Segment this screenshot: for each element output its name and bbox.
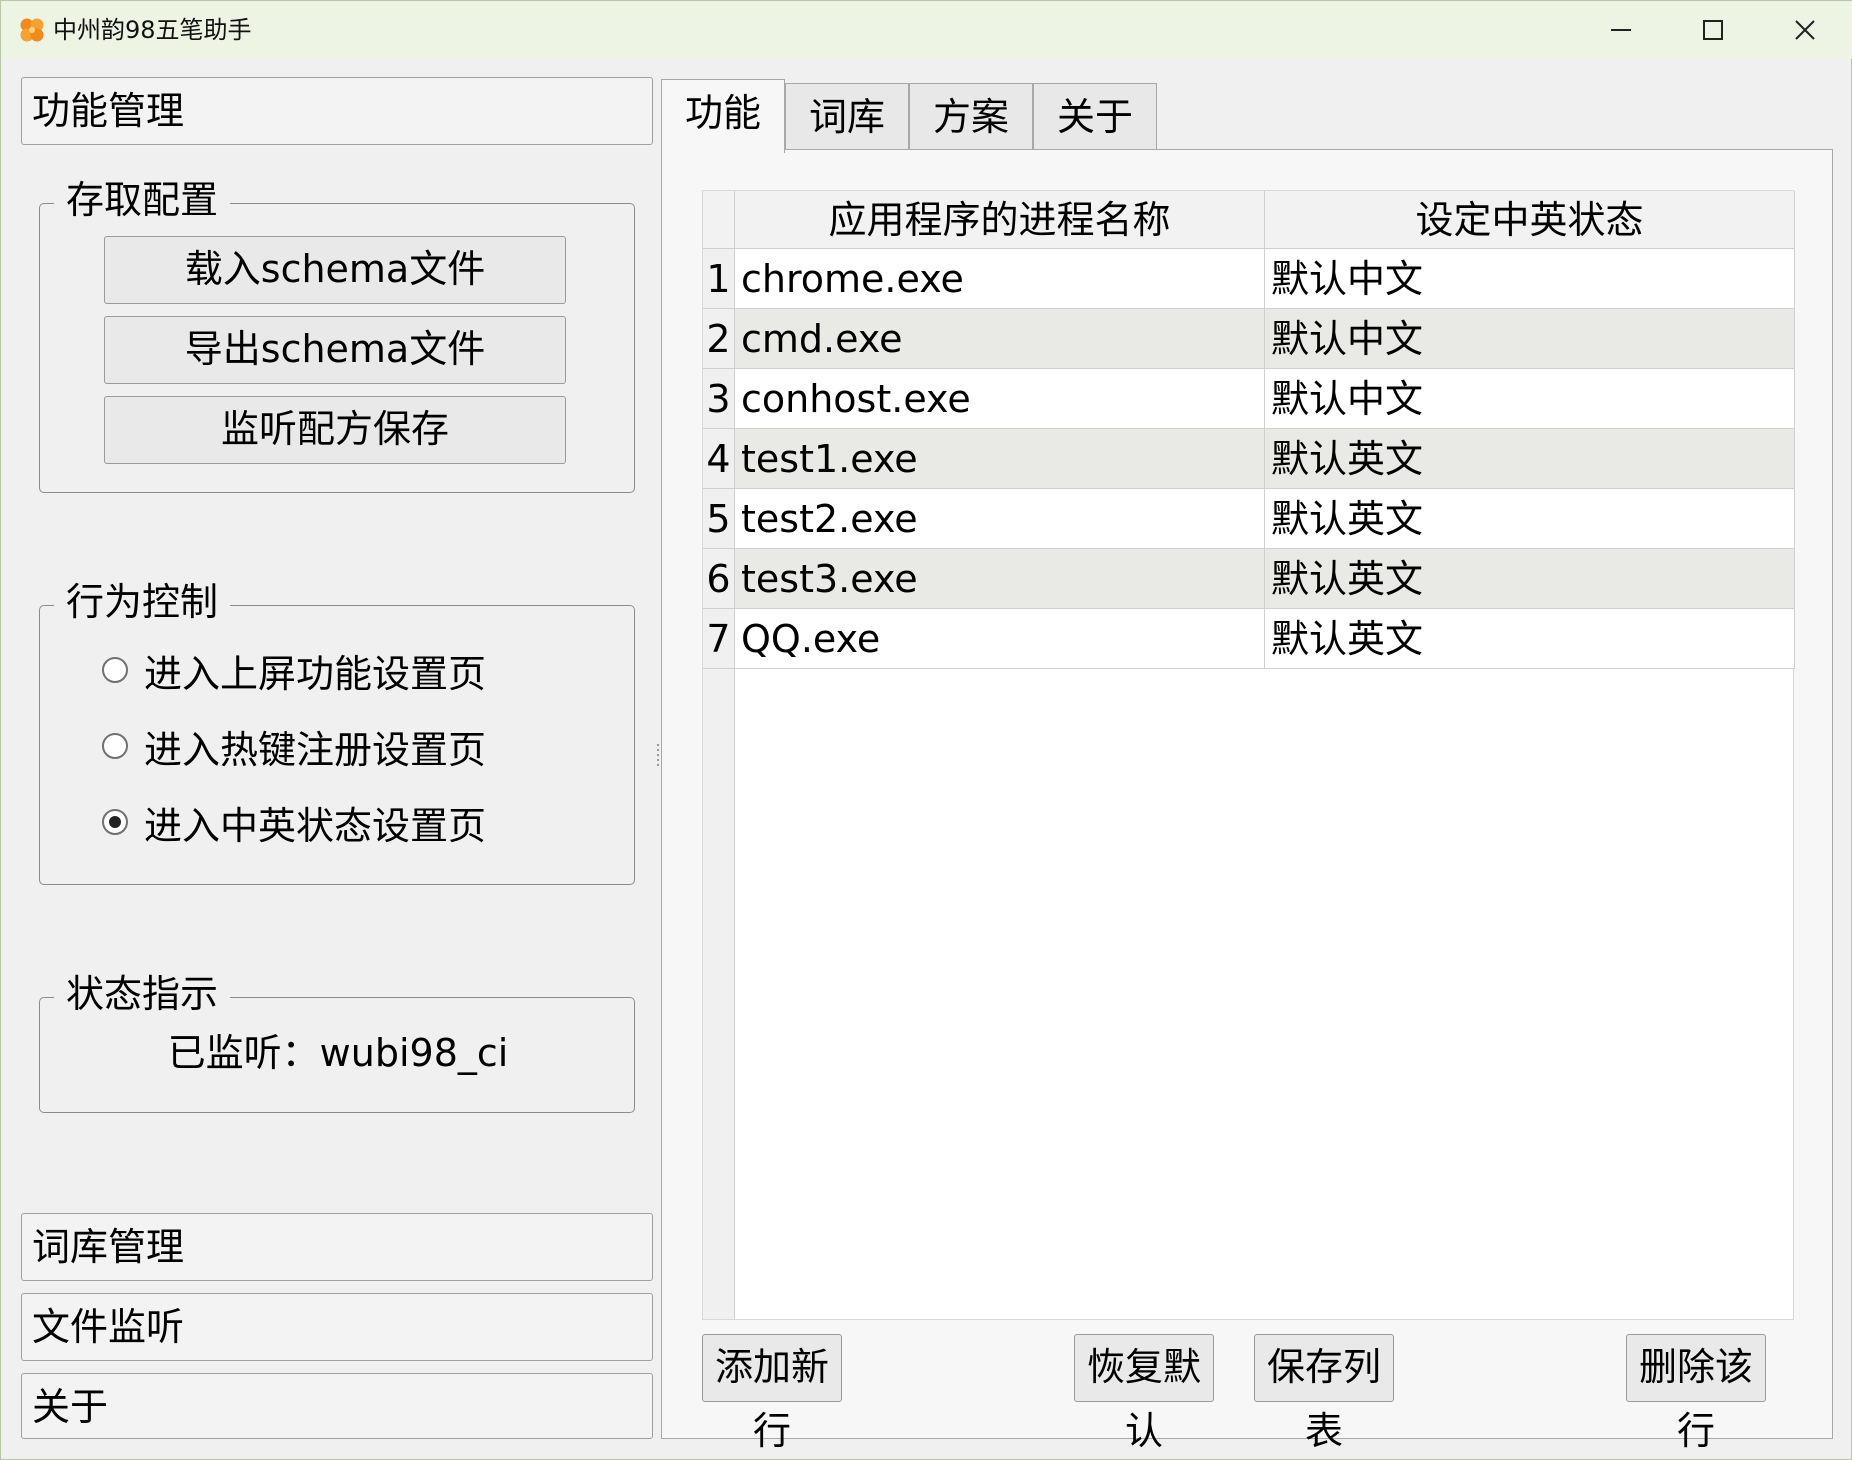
delete-row-button[interactable]: 删除该行 bbox=[1626, 1334, 1766, 1453]
table-row[interactable]: 2 cmd.exe 默认中文 bbox=[703, 309, 1795, 369]
header-cn-en-state[interactable]: 设定中英状态 bbox=[1265, 191, 1795, 249]
process-table[interactable]: 应用程序的进程名称 设定中英状态 1 chrome.exe 默认中文 2 cmd.exe… bbox=[702, 190, 1795, 1320]
row-number[interactable]: 1 bbox=[703, 249, 735, 309]
restore-default-button[interactable]: 恢复默认 bbox=[1074, 1334, 1214, 1453]
table-corner bbox=[703, 191, 735, 249]
radio-label: 进入中英状态设置页 bbox=[144, 803, 487, 848]
tab-function[interactable]: 功能 bbox=[661, 79, 785, 153]
row-header-empty bbox=[703, 669, 735, 1319]
save-list-button[interactable]: 保存列表 bbox=[1254, 1334, 1394, 1453]
cn-en-state-cell[interactable]: 默认中文 bbox=[1265, 309, 1795, 369]
behavior-groupbox: 行为控制 进入上屏功能设置页 进入热键注册设置页 进入中英状态设置页 bbox=[39, 576, 635, 885]
table-empty-area bbox=[735, 669, 1793, 1319]
table-row[interactable]: 6 test3.exe 默认英文 bbox=[703, 549, 1795, 609]
cn-en-state-cell[interactable]: 默认中文 bbox=[1265, 369, 1795, 429]
status-groupbox: 状态指示 已监听：wubi98_ci bbox=[39, 968, 635, 1113]
cn-en-state-cell[interactable]: 默认英文 bbox=[1265, 549, 1795, 609]
row-number[interactable]: 3 bbox=[703, 369, 735, 429]
load-schema-button[interactable]: 载入schema文件 bbox=[104, 236, 566, 304]
close-icon bbox=[1795, 20, 1815, 40]
config-groupbox: 存取配置 载入schema文件 导出schema文件 监听配方保存 bbox=[39, 174, 635, 493]
app-window: 中州韵98五笔助手 功能管理 存取配置 载入schema文件 导出schema文… bbox=[0, 0, 1852, 1460]
table-row[interactable]: 5 test2.exe 默认英文 bbox=[703, 489, 1795, 549]
process-name-cell[interactable]: chrome.exe bbox=[735, 249, 1265, 309]
tab-about[interactable]: 关于 bbox=[1033, 83, 1157, 151]
row-number[interactable]: 2 bbox=[703, 309, 735, 369]
maximize-icon bbox=[1703, 20, 1723, 40]
status-group-title: 状态指示 bbox=[54, 968, 231, 1020]
radio-label: 进入上屏功能设置页 bbox=[144, 651, 487, 696]
row-number[interactable]: 6 bbox=[703, 549, 735, 609]
cn-en-state-cell[interactable]: 默认中文 bbox=[1265, 249, 1795, 309]
status-text: 已监听：wubi98_ci bbox=[167, 1031, 509, 1075]
radio-circle bbox=[102, 733, 128, 759]
cn-en-state-cell[interactable]: 默认英文 bbox=[1265, 429, 1795, 489]
clover-icon bbox=[20, 18, 44, 42]
radio-circle bbox=[102, 657, 128, 683]
row-number[interactable]: 4 bbox=[703, 429, 735, 489]
process-name-cell[interactable]: test3.exe bbox=[735, 549, 1265, 609]
tab-lexicon[interactable]: 词库 bbox=[785, 83, 909, 151]
minimize-icon bbox=[1611, 29, 1631, 31]
process-name-cell[interactable]: test1.exe bbox=[735, 429, 1265, 489]
export-schema-button[interactable]: 导出schema文件 bbox=[104, 316, 566, 384]
row-number[interactable]: 5 bbox=[703, 489, 735, 549]
tab-scheme[interactable]: 方案 bbox=[909, 83, 1033, 151]
func-manage-header[interactable]: 功能管理 bbox=[21, 77, 653, 145]
radio-upscreen[interactable]: 进入上屏功能设置页 bbox=[102, 640, 486, 700]
title-bar[interactable]: 中州韵98五笔助手 bbox=[1, 1, 1852, 59]
process-name-cell[interactable]: cmd.exe bbox=[735, 309, 1265, 369]
table-row[interactable]: 3 conhost.exe 默认中文 bbox=[703, 369, 1795, 429]
config-group-title: 存取配置 bbox=[54, 174, 231, 226]
splitter-handle[interactable] bbox=[656, 741, 660, 781]
radio-circle-selected bbox=[102, 809, 128, 835]
behavior-group-title: 行为控制 bbox=[54, 576, 231, 628]
table-row[interactable]: 4 test1.exe 默认英文 bbox=[703, 429, 1795, 489]
radio-label: 进入热键注册设置页 bbox=[144, 727, 487, 772]
table-row[interactable]: 1 chrome.exe 默认中文 bbox=[703, 249, 1795, 309]
window-title: 中州韵98五笔助手 bbox=[53, 16, 252, 44]
header-process-name[interactable]: 应用程序的进程名称 bbox=[735, 191, 1265, 249]
close-button[interactable] bbox=[1759, 1, 1851, 59]
cn-en-state-cell[interactable]: 默认英文 bbox=[1265, 609, 1795, 669]
cn-en-state-cell[interactable]: 默认英文 bbox=[1265, 489, 1795, 549]
about-header[interactable]: 关于 bbox=[21, 1373, 653, 1439]
process-name-cell[interactable]: QQ.exe bbox=[735, 609, 1265, 669]
file-monitor-header[interactable]: 文件监听 bbox=[21, 1293, 653, 1361]
maximize-button[interactable] bbox=[1667, 1, 1759, 59]
radio-cn-en-state[interactable]: 进入中英状态设置页 bbox=[102, 792, 486, 852]
minimize-button[interactable] bbox=[1575, 1, 1667, 59]
table-row[interactable]: 7 QQ.exe 默认英文 bbox=[703, 609, 1795, 669]
radio-dot bbox=[109, 816, 121, 828]
process-name-cell[interactable]: test2.exe bbox=[735, 489, 1265, 549]
add-row-button[interactable]: 添加新行 bbox=[702, 1334, 842, 1453]
function-tab-panel: 应用程序的进程名称 设定中英状态 1 chrome.exe 默认中文 2 cmd.exe… bbox=[661, 149, 1833, 1453]
radio-hotkey[interactable]: 进入热键注册设置页 bbox=[102, 716, 486, 776]
lexicon-manage-header[interactable]: 词库管理 bbox=[21, 1213, 653, 1281]
monitor-save-button[interactable]: 监听配方保存 bbox=[104, 396, 566, 464]
row-number[interactable]: 7 bbox=[703, 609, 735, 669]
process-name-cell[interactable]: conhost.exe bbox=[735, 369, 1265, 429]
